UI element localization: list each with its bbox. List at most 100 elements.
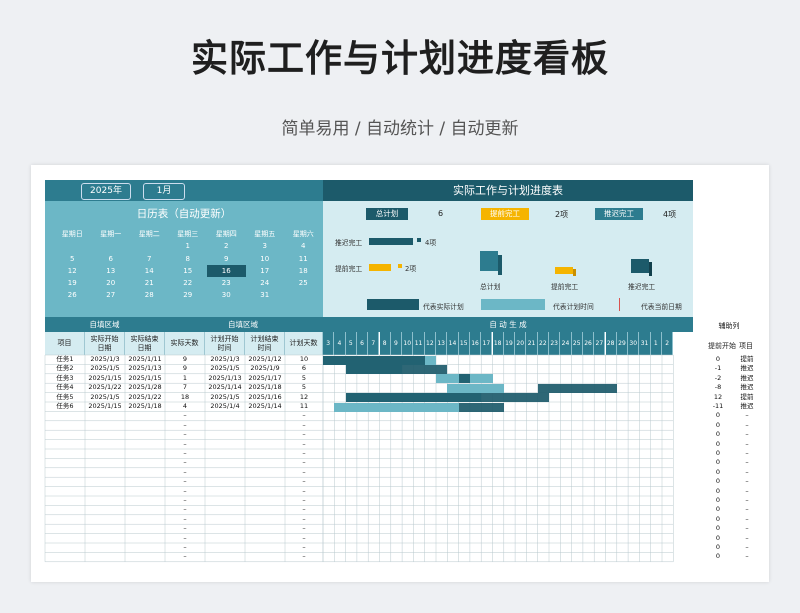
table-cell[interactable]: 12: [285, 393, 323, 402]
empty-plan-days-cell: –: [302, 458, 306, 467]
gantt-actual-bar: [345, 364, 448, 374]
table-cell[interactable]: 2025/1/5: [85, 393, 125, 402]
table-cell[interactable]: 2025/1/14: [205, 383, 245, 392]
aux-empty-cell: 0: [715, 467, 721, 476]
aux-cell: 提前: [740, 392, 754, 401]
aux-cell: -8: [714, 383, 722, 392]
table-cell[interactable]: 任务6: [45, 402, 85, 411]
empty-days-cell: –: [183, 533, 187, 542]
aux-cell: 0: [715, 355, 721, 363]
empty-days-cell: –: [183, 449, 187, 457]
empty-days-cell: –: [183, 486, 187, 495]
spreadsheet: 2025年 1月 日历表（自动更新） 星期日 星期一 星期二 星期三 星期四 星期五 星期六…: [31, 165, 769, 582]
table-cell[interactable]: 9: [165, 355, 205, 364]
table-cell[interactable]: 任务2: [45, 364, 85, 373]
aux-empty-cell: 0: [715, 505, 721, 514]
table-cell[interactable]: 2025/1/18: [245, 383, 285, 392]
table-cell[interactable]: 2025/1/22: [125, 393, 165, 402]
empty-plan-days-cell: –: [302, 524, 306, 533]
table-cell[interactable]: 2025/1/4: [205, 402, 245, 411]
empty-plan-days-cell: –: [302, 543, 306, 551]
table-cell[interactable]: 11: [285, 402, 323, 411]
aux-empty-cell: –: [745, 411, 749, 420]
empty-plan-days-cell: –: [302, 514, 306, 523]
aux-empty-cell: 0: [715, 496, 721, 504]
table-cell[interactable]: 2025/1/15: [85, 402, 125, 411]
aux-empty-cell: 0: [715, 543, 721, 551]
table-cell[interactable]: 任务3: [45, 374, 85, 383]
aux-empty-cell: –: [745, 430, 749, 439]
table-cell[interactable]: 2025/1/13: [125, 364, 165, 373]
table-cell[interactable]: 2025/1/12: [245, 355, 285, 364]
gantt-actual-bar: [458, 402, 504, 412]
table-cell[interactable]: 18: [165, 393, 205, 402]
aux-empty-cell: –: [745, 439, 749, 448]
aux-cell: 12: [713, 392, 723, 401]
table-cell[interactable]: 2025/1/16: [245, 393, 285, 402]
table-cell[interactable]: 7: [165, 383, 205, 392]
gantt-actual-bar: [323, 355, 425, 365]
aux-cell: -2: [714, 373, 722, 382]
table-cell[interactable]: 4: [165, 402, 205, 411]
table-cell[interactable]: 2025/1/15: [125, 374, 165, 383]
table-cell[interactable]: 2025/1/5: [205, 364, 245, 373]
page-subtitle: 简单易用 / 自动统计 / 自动更新: [281, 119, 519, 139]
table-cell[interactable]: 2025/1/13: [205, 374, 245, 383]
aux-empty-cell: –: [745, 449, 749, 457]
table-cell[interactable]: 任务5: [45, 393, 85, 402]
empty-days-cell: –: [183, 467, 187, 476]
empty-days-cell: –: [183, 439, 187, 448]
table-cell[interactable]: 2025/1/9: [245, 364, 285, 373]
table-cell[interactable]: 任务4: [45, 383, 85, 392]
aux-empty-cell: 0: [715, 533, 721, 542]
aux-empty-cell: –: [745, 496, 749, 504]
gantt-actual-bar: [345, 393, 549, 403]
table-cell[interactable]: 6: [285, 364, 323, 373]
table-cell[interactable]: 2025/1/5: [205, 393, 245, 402]
empty-plan-days-cell: –: [302, 411, 306, 420]
empty-days-cell: –: [183, 514, 187, 523]
empty-plan-days-cell: –: [302, 420, 306, 429]
aux-empty-cell: 0: [715, 449, 721, 457]
table-cell[interactable]: 5: [285, 383, 323, 392]
table-cell[interactable]: 2025/1/22: [85, 383, 125, 392]
aux-empty-cell: –: [745, 486, 749, 495]
table-cell[interactable]: 2025/1/3: [85, 355, 125, 364]
empty-plan-days-cell: –: [302, 486, 306, 495]
empty-plan-days-cell: –: [302, 430, 306, 439]
aux-empty-cell: 0: [715, 552, 721, 561]
table-cell[interactable]: 2025/1/11: [125, 355, 165, 364]
empty-plan-days-cell: –: [302, 449, 306, 457]
table-cell[interactable]: 9: [165, 364, 205, 373]
table-cell[interactable]: 2025/1/28: [125, 383, 165, 392]
gantt-actual-bar: [458, 374, 470, 384]
aux-empty-cell: 0: [715, 439, 721, 448]
empty-days-cell: –: [183, 524, 187, 533]
aux-empty-cell: 0: [715, 430, 721, 439]
table-cell[interactable]: 2025/1/18: [125, 402, 165, 411]
aux-cell: -11: [712, 402, 724, 410]
table-cell[interactable]: 1: [165, 374, 205, 383]
table-cell[interactable]: 10: [285, 355, 323, 364]
empty-days-cell: –: [183, 411, 187, 420]
table-cell[interactable]: 任务1: [45, 355, 85, 364]
table-cell[interactable]: 2025/1/17: [245, 374, 285, 383]
table-cell[interactable]: 2025/1/14: [245, 402, 285, 411]
table-cell[interactable]: 2025/1/15: [85, 374, 125, 383]
table-cell[interactable]: 2025/1/3: [205, 355, 245, 364]
aux-empty-cell: 0: [715, 477, 721, 486]
table-cell[interactable]: 5: [285, 374, 323, 383]
aux-cell: 推迟: [740, 364, 754, 373]
aux-empty-cell: –: [745, 552, 749, 561]
empty-days-cell: –: [183, 430, 187, 439]
empty-plan-days-cell: –: [302, 505, 306, 514]
empty-plan-days-cell: –: [302, 467, 306, 476]
aux-empty-cell: 0: [715, 458, 721, 467]
aux-empty-cell: 0: [715, 486, 721, 495]
gantt-plan-bar: [334, 402, 459, 412]
empty-days-cell: –: [183, 496, 187, 504]
aux-cell: 推迟: [740, 383, 754, 392]
table-cell[interactable]: 2025/1/5: [85, 364, 125, 373]
aux-cell: 提前: [740, 355, 754, 363]
aux-cell: 推迟: [740, 373, 754, 382]
